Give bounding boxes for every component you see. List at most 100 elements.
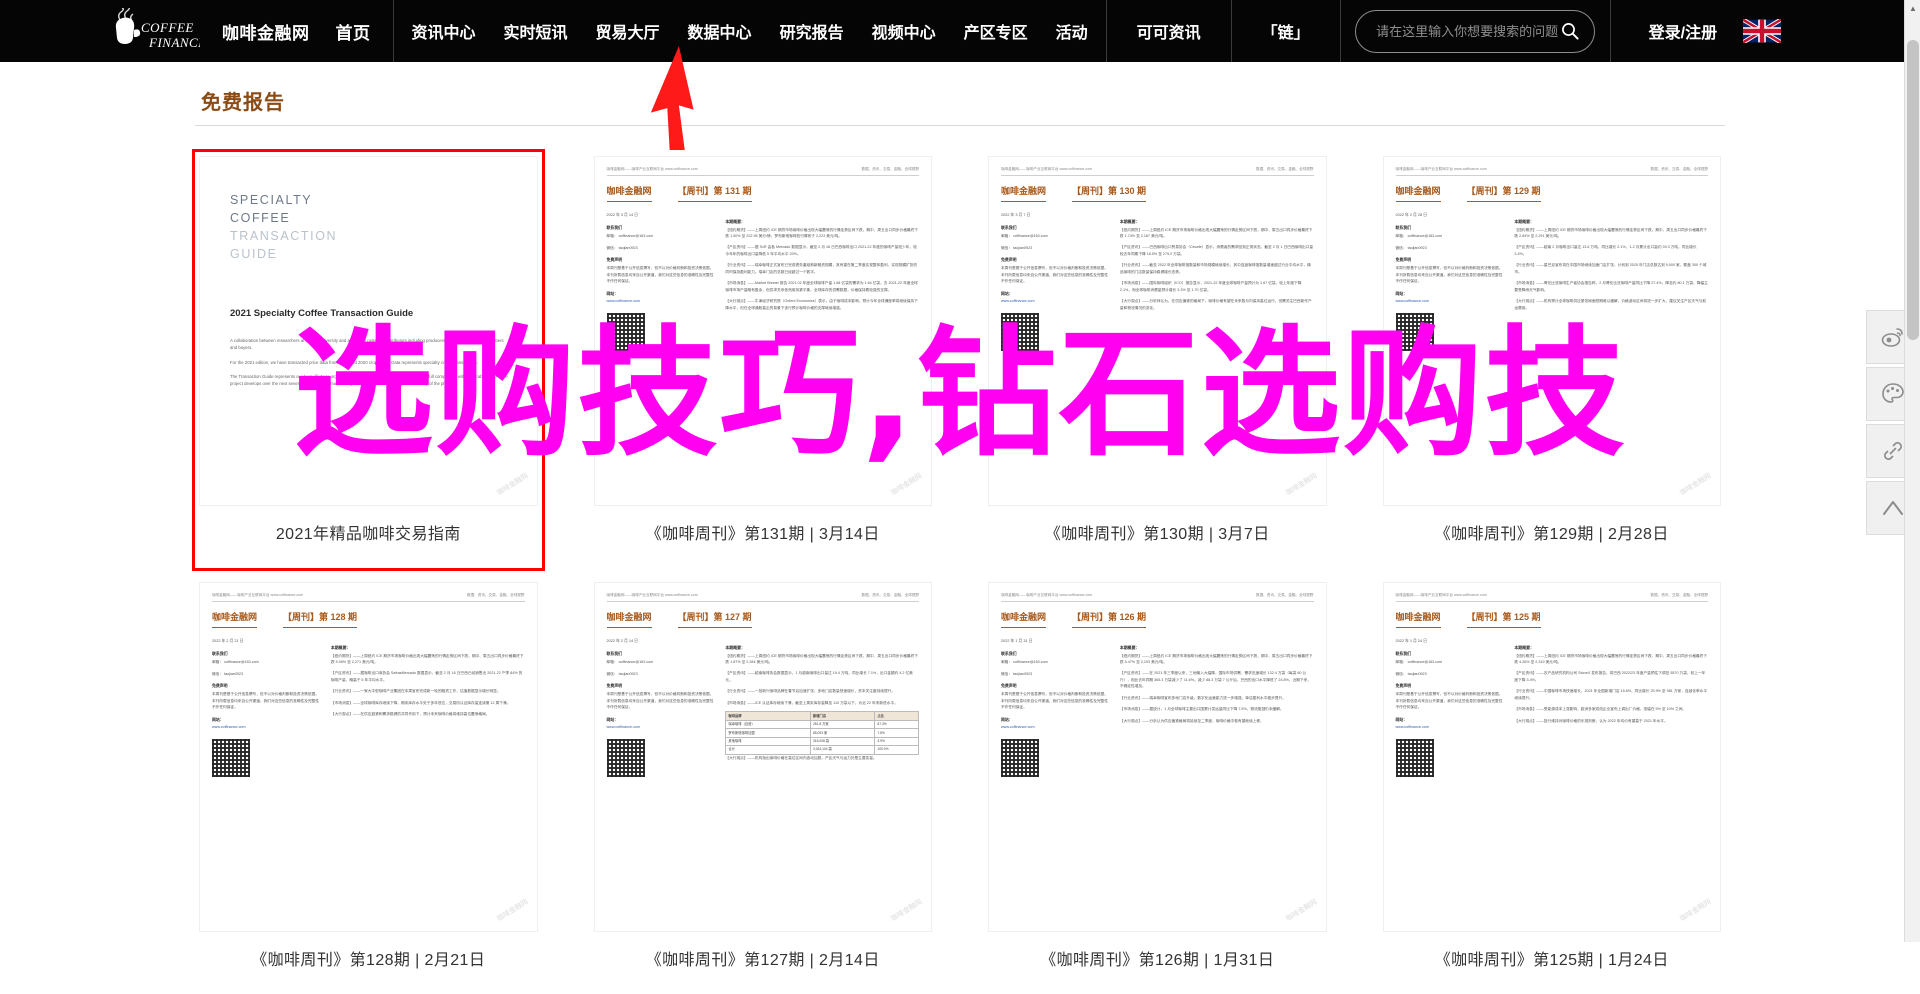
doc-head-right: 数据、资讯、交易、金融、全球视野 <box>861 167 920 171</box>
nav-item-live-briefs[interactable]: 实时短讯 <box>504 19 568 43</box>
nav-brand-group: COFFEE FINANCE 咖啡金融网 首页 <box>0 0 394 62</box>
report-caption[interactable]: 《咖啡周刊》第130期 | 3月7日 <box>988 506 1327 564</box>
doc-head-right: 数据、资讯、交易、金融、全球视野 <box>1256 593 1314 597</box>
doc-date: 2022 年 1 月 24 日 <box>1395 638 1427 643</box>
doc-link[interactable]: www.coffinance.com <box>212 725 321 731</box>
doc-paragraph: 【行业资讯】——一批新兴咖啡品牌在春节后加速扩张，多地门店数量快速增长，资本关注… <box>725 689 896 694</box>
report-thumbnail[interactable]: 咖啡金融网——咖啡产业互联网平台 www.coffinance.com 数据、资… <box>1382 156 1721 506</box>
doc-disclaimer-label: 免费声明 <box>606 257 623 263</box>
table-cell: 7.8% <box>874 728 919 738</box>
report-card[interactable]: 咖啡金融网——咖啡产业互联网平台 www.coffinance.com 数据、资… <box>590 152 937 568</box>
report-card[interactable]: 咖啡金融网——咖啡产业互联网平台 www.coffinance.com 数据、资… <box>984 578 1331 994</box>
nav-item-cocoa-news[interactable]: 可可资讯 <box>1107 0 1232 62</box>
login-register-button[interactable]: 登录/注册 <box>1649 19 1717 43</box>
nav-item-events[interactable]: 活动 <box>1056 19 1088 43</box>
report-card[interactable]: SPECIALTY COFFEE TRANSACTION GUIDE 2021 … <box>192 149 545 571</box>
report-grid: SPECIALTY COFFEE TRANSACTION GUIDE 2021 … <box>192 126 1726 994</box>
report-thumbnail[interactable]: 咖啡金融网——咖啡产业互联网平台 www.coffinance.com 数据、资… <box>988 582 1327 932</box>
doc-paragraph: 【行业资讯】——中国咖啡市场快速增长，2021 年全国新增门店 15.8%，同比… <box>1514 689 1708 700</box>
search-icon[interactable] <box>1560 21 1580 41</box>
page-scrollbar[interactable]: ▲ <box>1904 0 1920 942</box>
doc-contact-label: 联系我们 <box>1001 225 1017 231</box>
report-caption[interactable]: 《咖啡周刊》第128期 | 2月21日 <box>199 932 538 990</box>
doc-link[interactable]: www.coffinance.com <box>1396 725 1505 731</box>
nav-brand-name[interactable]: 咖啡金融网 <box>222 19 310 44</box>
report-card[interactable]: 咖啡金融网——咖啡产业互联网平台 www.coffinance.com 数据、资… <box>1379 578 1726 994</box>
doc-link[interactable]: www.coffinance.com <box>607 299 716 305</box>
doc-head-right: 数据、资讯、交易、金融、全球视野 <box>467 593 525 597</box>
doc-disclaimer-label: 免费声明 <box>1395 683 1412 689</box>
scrollbar-thumb[interactable] <box>1907 40 1919 340</box>
watermark: 咖啡金融网 <box>1284 898 1318 924</box>
report-thumbnail[interactable]: 咖啡金融网——咖啡产业互联网平台 www.coffinance.com 数据、资… <box>1382 582 1721 932</box>
doc-paragraph: 【产区资讯】——越南咖啡协会数据显示，1 月越南咖啡出口量达 19.4 万吨，同… <box>725 671 913 682</box>
nav-item-research-report[interactable]: 研究报告 <box>780 19 844 43</box>
report-card[interactable]: 咖啡金融网——咖啡产业互联网平台 www.coffinance.com 数据、资… <box>590 578 937 994</box>
search-input[interactable] <box>1374 22 1561 40</box>
doc-head-left: 咖啡金融网——咖啡产业互联网平台 www.coffinance.com <box>1001 167 1093 171</box>
doc-contact-mail: 邮箱： coffinance@163.com <box>212 660 259 665</box>
table-cell: 85,093 家 <box>809 728 876 738</box>
search-box[interactable] <box>1355 9 1596 53</box>
uk-flag-icon[interactable] <box>1743 19 1782 43</box>
nav-item-origin-zone[interactable]: 产区专区 <box>964 19 1028 43</box>
nav-item-video-center[interactable]: 视频中心 <box>872 19 936 43</box>
report-caption[interactable]: 《咖啡周刊》第127期 | 2月14日 <box>594 932 933 990</box>
report-caption[interactable]: 2021年精品咖啡交易指南 <box>199 506 538 564</box>
table-row: 瑞幸咖啡（自营） 281.8 万家 87.3% <box>725 719 919 730</box>
doc-head-right: 数据、资讯、交易、金融、全球视野 <box>1650 167 1709 171</box>
svg-text:FINANCE: FINANCE <box>148 35 200 50</box>
doc-issue: 【周刊】第 130 期 <box>1072 185 1147 202</box>
doc-link[interactable]: www.coffinance.com <box>1001 299 1110 305</box>
doc-disclaimer-label: 免费声明 <box>1395 257 1412 263</box>
report-caption[interactable]: 《咖啡周刊》第129期 | 2月28日 <box>1383 506 1722 564</box>
nav-item-chain[interactable]: 「链」 <box>1232 0 1341 62</box>
doc-contact-wechat: 微信： taojian0923 <box>212 671 244 676</box>
doc-issue: 【周刊】第 128 期 <box>283 611 358 628</box>
doc-brand: 咖啡金融网 <box>606 185 652 202</box>
coffee-finance-logo-icon[interactable]: COFFEE FINANCE <box>108 8 200 54</box>
doc-paragraph: 【产区资讯】——农产品研究机构公司 StoneX 发布报告，将巴西 2022/2… <box>1514 671 1706 682</box>
report-caption[interactable]: 《咖啡周刊》第131期 | 3月14日 <box>594 506 933 564</box>
nav-item-data-center[interactable]: 数据中心 <box>688 19 752 43</box>
doc-link[interactable]: www.coffinance.com <box>1001 725 1110 731</box>
page-body: 免费报告 SPECIALTY COFFEE TRANSACTION GUIDE … <box>0 62 1920 969</box>
report-thumbnail[interactable]: SPECIALTY COFFEE TRANSACTION GUIDE 2021 … <box>199 156 538 506</box>
report-caption[interactable]: 《咖啡周刊》第125期 | 1月24日 <box>1383 932 1722 990</box>
report-thumbnail[interactable]: 咖啡金融网——咖啡产业互联网平台 www.coffinance.com 数据、资… <box>593 156 932 506</box>
doc-link[interactable]: www.coffinance.com <box>607 725 716 731</box>
nav-search-area <box>1341 0 1611 62</box>
doc-contact-mail: 邮箱： coffinance@163.com <box>606 660 654 665</box>
report-thumbnail[interactable]: 咖啡金融网——咖啡产业互联网平台 www.coffinance.com 数据、资… <box>199 582 538 932</box>
doc-paragraph: 【行业资讯】——瑞幸咖啡正式宣布已完成债务重组和新融资规模，其有望在第二季度实现… <box>725 263 918 274</box>
doc-paragraph: 【纽约期货】——上周纽约 ICE 期货市场咖啡价格出现大幅震荡的行情走势区间下跌… <box>1514 227 1707 239</box>
report-thumbnail[interactable]: 咖啡金融网——咖啡产业互联网平台 www.coffinance.com 数据、资… <box>988 156 1327 506</box>
doc-link-label: 网站： <box>1001 716 1013 722</box>
nav-item-home[interactable]: 首页 <box>336 19 371 44</box>
doc-contact-wechat: 微信： taojian0923 <box>1395 671 1427 676</box>
report-caption[interactable]: 《咖啡周刊》第126期 | 1月31日 <box>988 932 1327 990</box>
doc-paragraph: 【大行观点】——分析师认为，在供应偏紧的格局下，咖啡价格有望在未来数月内保持高位… <box>1119 299 1312 310</box>
doc-paragraph: 【大行观点】——机构预计全球咖啡供应紧张局面短期难以缓解，价格波动区间将进一步扩… <box>1514 299 1707 310</box>
report-card[interactable]: 咖啡金融网——咖啡产业互联网平台 www.coffinance.com 数据、资… <box>984 152 1331 568</box>
doc-link[interactable]: www.coffinance.com <box>1396 299 1505 305</box>
report-card[interactable]: 咖啡金融网——咖啡产业互联网平台 www.coffinance.com 数据、资… <box>195 578 542 994</box>
doc-paragraph: 【纽约期货】——上周纽约 ICE 期货市场咖啡价格出现大幅震荡的行情走势区间下跌… <box>1119 227 1313 239</box>
doc-paragraph: 【产区资讯】——据 SvR 由各 Mercado 数据显示，截至 2 月 18 … <box>725 245 917 256</box>
doc-summary-label: 本期概要： <box>1119 218 1140 224</box>
report-card[interactable]: 咖啡金融网——咖啡产业互联网平台 www.coffinance.com 数据、资… <box>1379 152 1726 568</box>
doc-issue: 【周刊】第 131 期 <box>677 185 752 202</box>
doc-disclaimer-text: 本周刊是基于公开信息撰写，但不以对价格判断和投资决策依据。本刊所载信息均来自公开… <box>1395 266 1503 284</box>
doc-paragraph: 【产区资讯】——据咖啡出口商协会 SafrasMercado 数据显示，截至 2… <box>330 671 523 682</box>
doc-head-left: 咖啡金融网——咖啡产业互联网平台 www.coffinance.com <box>606 593 698 597</box>
doc-link-label: 网站： <box>606 290 619 296</box>
nav-item-trade-hall[interactable]: 贸易大厅 <box>596 19 660 43</box>
doc-contact-label: 联系我们 <box>212 651 228 657</box>
scroll-up-arrow-icon[interactable]: ▲ <box>1905 0 1920 17</box>
nav-account-area: 登录/注册 <box>1611 0 1920 62</box>
qr-code-icon <box>1001 738 1039 777</box>
report-thumbnail[interactable]: 咖啡金融网——咖啡产业互联网平台 www.coffinance.com 数据、资… <box>593 582 932 932</box>
palette-icon <box>1880 381 1906 407</box>
nav-item-news-center[interactable]: 资讯中心 <box>412 19 476 43</box>
doc-paragraph: 【市场消息】——Market Brewer 报告 2021 02 年度全球咖啡产… <box>725 281 918 292</box>
